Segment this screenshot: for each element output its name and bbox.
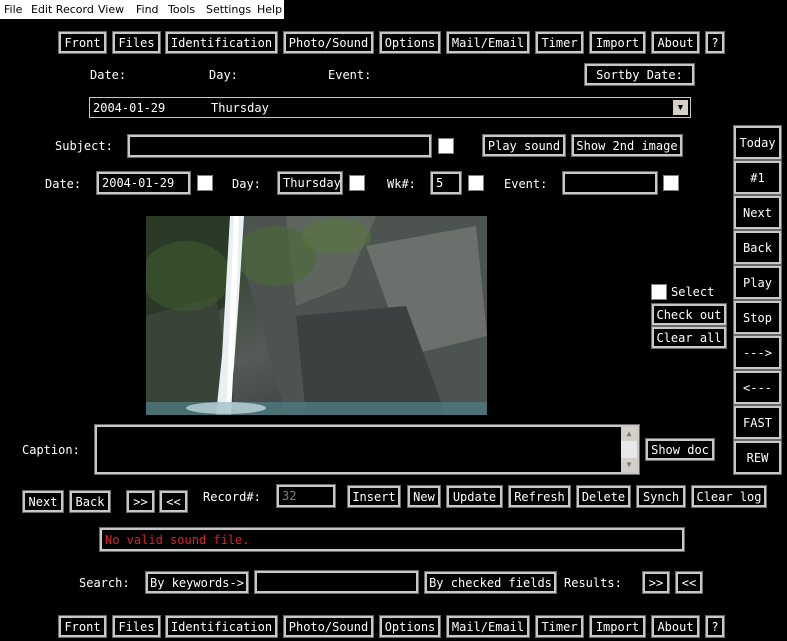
- menu-settings[interactable]: Settings: [206, 3, 251, 16]
- side-back-button[interactable]: Back: [733, 230, 782, 265]
- search-input[interactable]: [254, 570, 419, 594]
- subject-input[interactable]: [127, 134, 432, 158]
- results-label: Results:: [564, 576, 622, 590]
- play-sound-button[interactable]: Play sound: [482, 134, 566, 157]
- delete-button[interactable]: Delete: [576, 485, 631, 508]
- select-label: Select: [671, 285, 715, 299]
- status-message: No valid sound file.: [99, 527, 685, 552]
- record-select[interactable]: 2004-01-29 Thursday ▼: [89, 97, 691, 118]
- week-label: Wk#:: [387, 177, 416, 191]
- today-button[interactable]: Today: [733, 125, 782, 160]
- forward-arrow-button[interactable]: --->: [733, 335, 782, 370]
- fast-button[interactable]: FAST: [733, 405, 782, 440]
- side-next-button[interactable]: Next: [733, 195, 782, 230]
- header-date-label: Date:: [90, 68, 127, 82]
- select-checkbox[interactable]: [651, 284, 667, 300]
- record-number-label: Record#:: [203, 490, 261, 504]
- bottom-photo-sound-button[interactable]: Photo/Sound: [283, 615, 374, 638]
- chevron-down-icon[interactable]: ▼: [673, 100, 688, 115]
- update-button[interactable]: Update: [446, 485, 503, 508]
- day-label: Day:: [232, 177, 261, 191]
- bottom-mail-email-button[interactable]: Mail/Email: [446, 615, 530, 638]
- first-record-button[interactable]: #1: [733, 160, 782, 195]
- clear-log-button[interactable]: Clear log: [691, 485, 767, 508]
- sortby-date-button[interactable]: Sortby Date:: [584, 63, 695, 86]
- menu-tools[interactable]: Tools: [168, 3, 195, 16]
- week-checkbox[interactable]: [468, 175, 484, 191]
- rewind-button[interactable]: REW: [733, 440, 782, 475]
- week-input[interactable]: 5: [430, 171, 462, 195]
- record-select-day: Thursday: [211, 100, 269, 115]
- bottom-identification-button[interactable]: Identification: [165, 615, 278, 638]
- caption-label: Caption:: [22, 443, 80, 457]
- by-checked-fields-button[interactable]: By checked fields: [424, 571, 557, 594]
- menu-edit-record[interactable]: Edit Record: [31, 3, 94, 16]
- event-checkbox[interactable]: [663, 175, 679, 191]
- bottom-files-button[interactable]: Files: [112, 615, 161, 638]
- bottom-about-button[interactable]: About: [651, 615, 700, 638]
- scroll-down-icon[interactable]: ▼: [621, 458, 637, 472]
- synch-button[interactable]: Synch: [636, 485, 686, 508]
- event-input[interactable]: [562, 171, 658, 195]
- menu-find[interactable]: Find: [136, 3, 159, 16]
- results-next-button[interactable]: >>: [642, 571, 670, 594]
- record-number-field: 32: [276, 484, 336, 508]
- clear-all-button[interactable]: Clear all: [651, 326, 727, 349]
- show-2nd-image-button[interactable]: Show 2nd image: [571, 134, 683, 157]
- menu-file[interactable]: File: [4, 3, 22, 16]
- record-select-date: 2004-01-29: [93, 100, 166, 115]
- event-label: Event:: [504, 177, 548, 191]
- subject-checkbox[interactable]: [438, 138, 454, 154]
- insert-button[interactable]: Insert: [347, 485, 401, 508]
- menu-view[interactable]: View: [98, 3, 124, 16]
- check-out-button[interactable]: Check out: [651, 303, 727, 326]
- record-photo: [146, 216, 487, 415]
- backward-arrow-button[interactable]: <---: [733, 370, 782, 405]
- play-button[interactable]: Play: [733, 265, 782, 300]
- header-day-label: Day:: [209, 68, 238, 82]
- day-checkbox[interactable]: [349, 175, 365, 191]
- next-button[interactable]: Next: [22, 490, 64, 513]
- results-prev-button[interactable]: <<: [675, 571, 703, 594]
- nav-identification-button[interactable]: Identification: [165, 31, 278, 54]
- nav-mail-email-button[interactable]: Mail/Email: [446, 31, 530, 54]
- bottom-timer-button[interactable]: Timer: [535, 615, 584, 638]
- by-keywords-button[interactable]: By keywords->: [145, 571, 249, 594]
- nav-timer-button[interactable]: Timer: [535, 31, 584, 54]
- nav-options-button[interactable]: Options: [379, 31, 441, 54]
- show-doc-button[interactable]: Show doc: [645, 438, 715, 461]
- bottom-import-button[interactable]: Import: [589, 615, 646, 638]
- nav-front-button[interactable]: Front: [58, 31, 107, 54]
- rewind-record-button[interactable]: <<: [159, 490, 188, 513]
- subject-label: Subject:: [55, 139, 113, 153]
- nav-import-button[interactable]: Import: [589, 31, 646, 54]
- menu-bar: File Edit Record View Find Tools Setting…: [0, 0, 284, 19]
- scroll-up-icon[interactable]: ▲: [621, 427, 637, 441]
- caption-scrollbar[interactable]: ▲ ▼: [621, 427, 637, 472]
- nav-help-button[interactable]: ?: [705, 31, 725, 54]
- header-event-label: Event:: [328, 68, 372, 82]
- bottom-help-button[interactable]: ?: [705, 615, 725, 638]
- day-input[interactable]: Thursday: [277, 171, 343, 195]
- nav-files-button[interactable]: Files: [112, 31, 161, 54]
- date-input[interactable]: 2004-01-29: [96, 171, 191, 195]
- caption-textarea[interactable]: ▲ ▼: [94, 424, 640, 475]
- bottom-options-button[interactable]: Options: [379, 615, 441, 638]
- forward-button[interactable]: >>: [126, 490, 155, 513]
- search-label: Search:: [79, 576, 130, 590]
- nav-photo-sound-button[interactable]: Photo/Sound: [283, 31, 374, 54]
- waterfall-image: [146, 216, 487, 415]
- menu-help[interactable]: Help: [257, 3, 282, 16]
- new-button[interactable]: New: [407, 485, 441, 508]
- back-button[interactable]: Back: [69, 490, 111, 513]
- stop-button[interactable]: Stop: [733, 300, 782, 335]
- bottom-front-button[interactable]: Front: [58, 615, 107, 638]
- date-checkbox[interactable]: [197, 175, 213, 191]
- refresh-button[interactable]: Refresh: [508, 485, 571, 508]
- nav-about-button[interactable]: About: [651, 31, 700, 54]
- date-label: Date:: [45, 177, 82, 191]
